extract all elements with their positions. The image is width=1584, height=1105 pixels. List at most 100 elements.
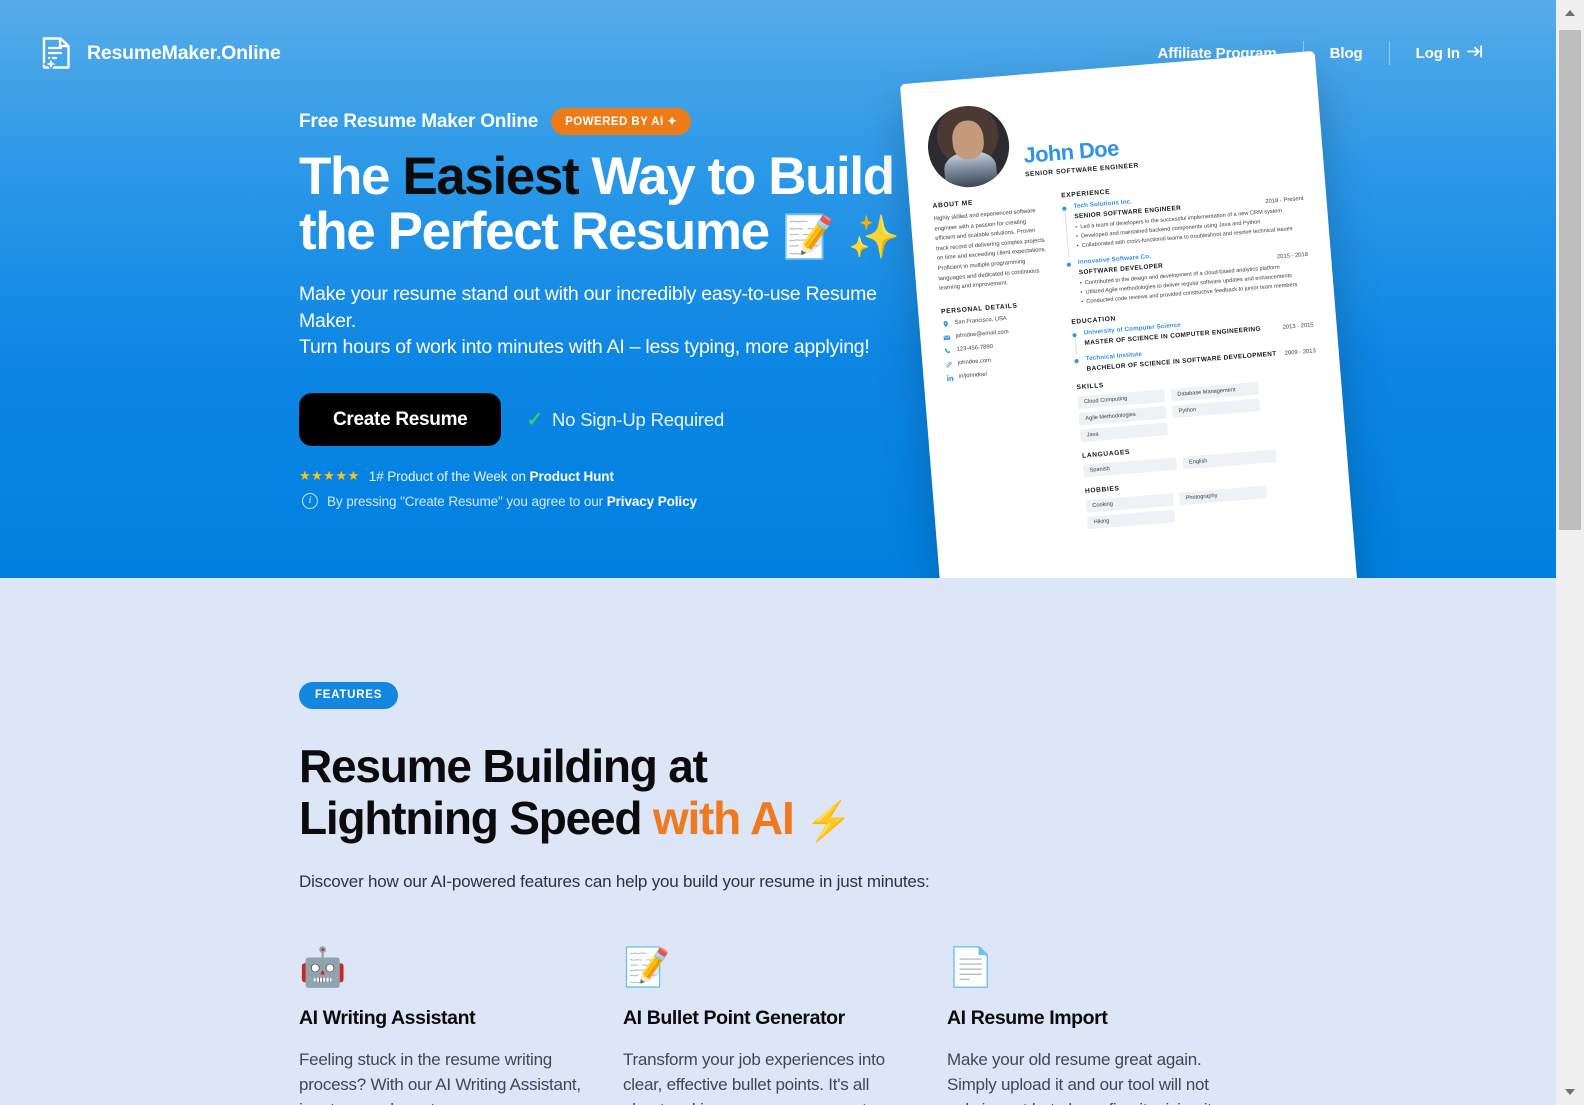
contact-linkedin: in/johndoe/ bbox=[946, 366, 1059, 382]
timeline-line bbox=[1074, 337, 1077, 354]
chevron-up-icon bbox=[1565, 10, 1575, 16]
hobby-chip: Photography bbox=[1178, 485, 1268, 505]
skill-chip: Agile Methodologies bbox=[1078, 405, 1167, 426]
link-icon bbox=[945, 361, 953, 369]
feature-card-ai-resume-import[interactable]: 📄 AI Resume Import Make your old resume … bbox=[947, 949, 1271, 1105]
nav-login[interactable]: Log In bbox=[1390, 44, 1510, 63]
nav-login-label: Log In bbox=[1415, 44, 1460, 62]
product-hunt-prefix: 1# Product of the Week on bbox=[368, 468, 530, 484]
powered-by-ai-badge: POWERED BY AI ✦ bbox=[551, 108, 692, 135]
location-pin-icon bbox=[942, 320, 950, 328]
hero-section: ResumeMaker.Online Affiliate Program Blo… bbox=[0, 0, 1556, 578]
hero-subtitle-line1: Make your resume stand out with our incr… bbox=[299, 283, 877, 332]
privacy-policy-link[interactable]: Privacy Policy bbox=[607, 494, 697, 509]
skills-section: SKILLS Cloud Computing Database Manageme… bbox=[1076, 364, 1321, 442]
features-section: FEATURES Resume Building at Lightning Sp… bbox=[0, 578, 1556, 1105]
timeline-line bbox=[1064, 211, 1069, 258]
about-text: Highly skilled and experienced software … bbox=[933, 207, 1047, 293]
hero-title-part2: Way to Build bbox=[578, 147, 896, 206]
contact-phone-value: 123-456-7890 bbox=[956, 344, 994, 354]
hero-title-emphasis: Easiest bbox=[402, 147, 579, 206]
hero-eyebrow: Free Resume Maker Online bbox=[299, 110, 539, 132]
memo-icon: 📝 bbox=[623, 946, 671, 989]
feature-cards: 🤖 AI Writing Assistant Feeling stuck in … bbox=[299, 949, 1359, 1105]
features-description: Discover how our AI-powered features can… bbox=[299, 871, 930, 891]
nav-blog[interactable]: Blog bbox=[1304, 45, 1389, 62]
chevron-down-icon bbox=[1565, 1089, 1575, 1095]
page-scrollbar[interactable] bbox=[1556, 0, 1584, 1105]
privacy-text: By pressing "Create Resume" you agree to… bbox=[327, 494, 697, 509]
feature-card-ai-writing-assistant[interactable]: 🤖 AI Writing Assistant Feeling stuck in … bbox=[299, 949, 623, 1105]
scroll-up-button[interactable] bbox=[1556, 0, 1584, 26]
product-hunt-row: ★★★★★ 1# Product of the Week on Product … bbox=[299, 468, 919, 484]
sparkles-icon: ✨ bbox=[847, 213, 900, 261]
hero-cta-row: Create Resume ✓ No Sign-Up Required bbox=[299, 393, 919, 447]
memo-icon: 📝 bbox=[782, 213, 835, 261]
linkedin-icon bbox=[946, 374, 954, 382]
product-hunt-link[interactable]: Product Hunt bbox=[530, 469, 614, 484]
resume-left-column: ABOUT ME Highly skilled and experienced … bbox=[932, 194, 1071, 539]
contact-linkedin-value: in/johndoe/ bbox=[958, 371, 988, 381]
scroll-down-button[interactable] bbox=[1556, 1079, 1584, 1105]
privacy-row: i By pressing "Create Resume" you agree … bbox=[299, 493, 919, 510]
page-viewport: ResumeMaker.Online Affiliate Program Blo… bbox=[0, 0, 1556, 1105]
features-badge: FEATURES bbox=[299, 682, 399, 709]
features-title: Resume Building at Lightning Speed with … bbox=[299, 740, 1359, 845]
hero-subtitle-line2: Turn hours of work into minutes with AI … bbox=[299, 335, 870, 358]
no-signup-label: No Sign-Up Required bbox=[552, 408, 725, 430]
scrollbar-thumb[interactable] bbox=[1559, 30, 1581, 530]
resume-preview[interactable]: John Doe SENIOR SOFTWARE ENGINEER ABOUT … bbox=[899, 50, 1391, 578]
hobby-chip: Cooking bbox=[1085, 492, 1174, 513]
check-icon: ✓ bbox=[526, 409, 544, 432]
timeline-bullet-icon bbox=[1066, 262, 1072, 268]
experience-item: Innovative Software Co. SOFTWARE DEVELOP… bbox=[1066, 242, 1310, 308]
hero-content: Free Resume Maker Online POWERED BY AI ✦… bbox=[299, 108, 919, 510]
envelope-icon bbox=[943, 334, 951, 342]
hero-title-part1: The bbox=[299, 147, 403, 206]
features-content: FEATURES Resume Building at Lightning Sp… bbox=[299, 682, 1359, 1105]
brand-logo[interactable]: ResumeMaker.Online bbox=[40, 35, 281, 73]
product-hunt-text: 1# Product of the Week on Product Hunt bbox=[369, 469, 614, 484]
skill-chip: Java bbox=[1079, 422, 1169, 442]
language-chip: English bbox=[1182, 448, 1277, 469]
contact-location-value: San Francisco, USA bbox=[954, 316, 1008, 327]
resume-card: John Doe SENIOR SOFTWARE ENGINEER ABOUT … bbox=[899, 50, 1363, 578]
hero-eyebrow-row: Free Resume Maker Online POWERED BY AI ✦ bbox=[299, 108, 919, 135]
star-rating-icon: ★★★★★ bbox=[299, 468, 360, 484]
education-date: 2009 - 2013 bbox=[1284, 347, 1316, 357]
feature-card-title: AI Bullet Point Generator bbox=[623, 1006, 845, 1029]
robot-icon: 🤖 bbox=[299, 946, 347, 989]
hero-subtitle: Make your resume stand out with our incr… bbox=[299, 281, 915, 360]
features-title-line2-accent: with AI bbox=[652, 791, 795, 844]
skill-chip: Database Management bbox=[1170, 381, 1259, 401]
contact-email-value: johndoe@email.com bbox=[955, 329, 1009, 340]
contact-website-value: johndoe.com bbox=[957, 357, 992, 367]
skill-chip: Cloud Computing bbox=[1077, 389, 1166, 409]
education-section: EDUCATION University of Computer Science… bbox=[1071, 299, 1316, 373]
privacy-prefix: By pressing "Create Resume" you agree to… bbox=[327, 493, 607, 509]
timeline-bullet-icon bbox=[1074, 358, 1079, 363]
feature-card-text: Transform your job experiences into clea… bbox=[623, 1049, 885, 1105]
features-title-line2-plain: Lightning Speed bbox=[299, 791, 653, 844]
hero-title-line2: the Perfect Resume bbox=[299, 202, 770, 262]
feature-card-text: Make your old resume great again. Simply… bbox=[947, 1049, 1212, 1105]
experience-date: 2018 - Present bbox=[1265, 195, 1304, 206]
skill-chip: Python bbox=[1171, 398, 1261, 418]
feature-card-ai-bullet-point-generator[interactable]: 📝 AI Bullet Point Generator Transform yo… bbox=[623, 949, 947, 1105]
no-signup-note: ✓ No Sign-Up Required bbox=[526, 407, 724, 432]
login-arrow-icon bbox=[1467, 44, 1484, 63]
create-resume-button[interactable]: Create Resume bbox=[299, 393, 502, 447]
resume-identity: John Doe SENIOR SOFTWARE ENGINEER bbox=[1019, 93, 1139, 179]
resume-body: ABOUT ME Highly skilled and experienced … bbox=[932, 173, 1328, 539]
language-chip: Spanish bbox=[1082, 456, 1178, 477]
feature-card-title: AI Resume Import bbox=[947, 1006, 1108, 1029]
hobby-chip: Hiking bbox=[1086, 509, 1176, 529]
hobbies-section: HOBBIES Cooking Photography Hiking bbox=[1085, 468, 1329, 529]
experience-date: 2015 - 2018 bbox=[1276, 252, 1309, 261]
feature-card-title: AI Writing Assistant bbox=[299, 1006, 476, 1029]
personal-details-block: PERSONAL DETAILS San Francisco, USA john… bbox=[941, 299, 1059, 382]
brand-name: ResumeMaker.Online bbox=[87, 41, 281, 64]
hero-title: The Easiest Way to Build the Perfect Res… bbox=[299, 149, 919, 259]
resume-right-column: EXPERIENCE Tech Solutions Inc. SENIOR SO… bbox=[1061, 173, 1329, 529]
timeline-bullet-icon bbox=[1072, 332, 1077, 337]
